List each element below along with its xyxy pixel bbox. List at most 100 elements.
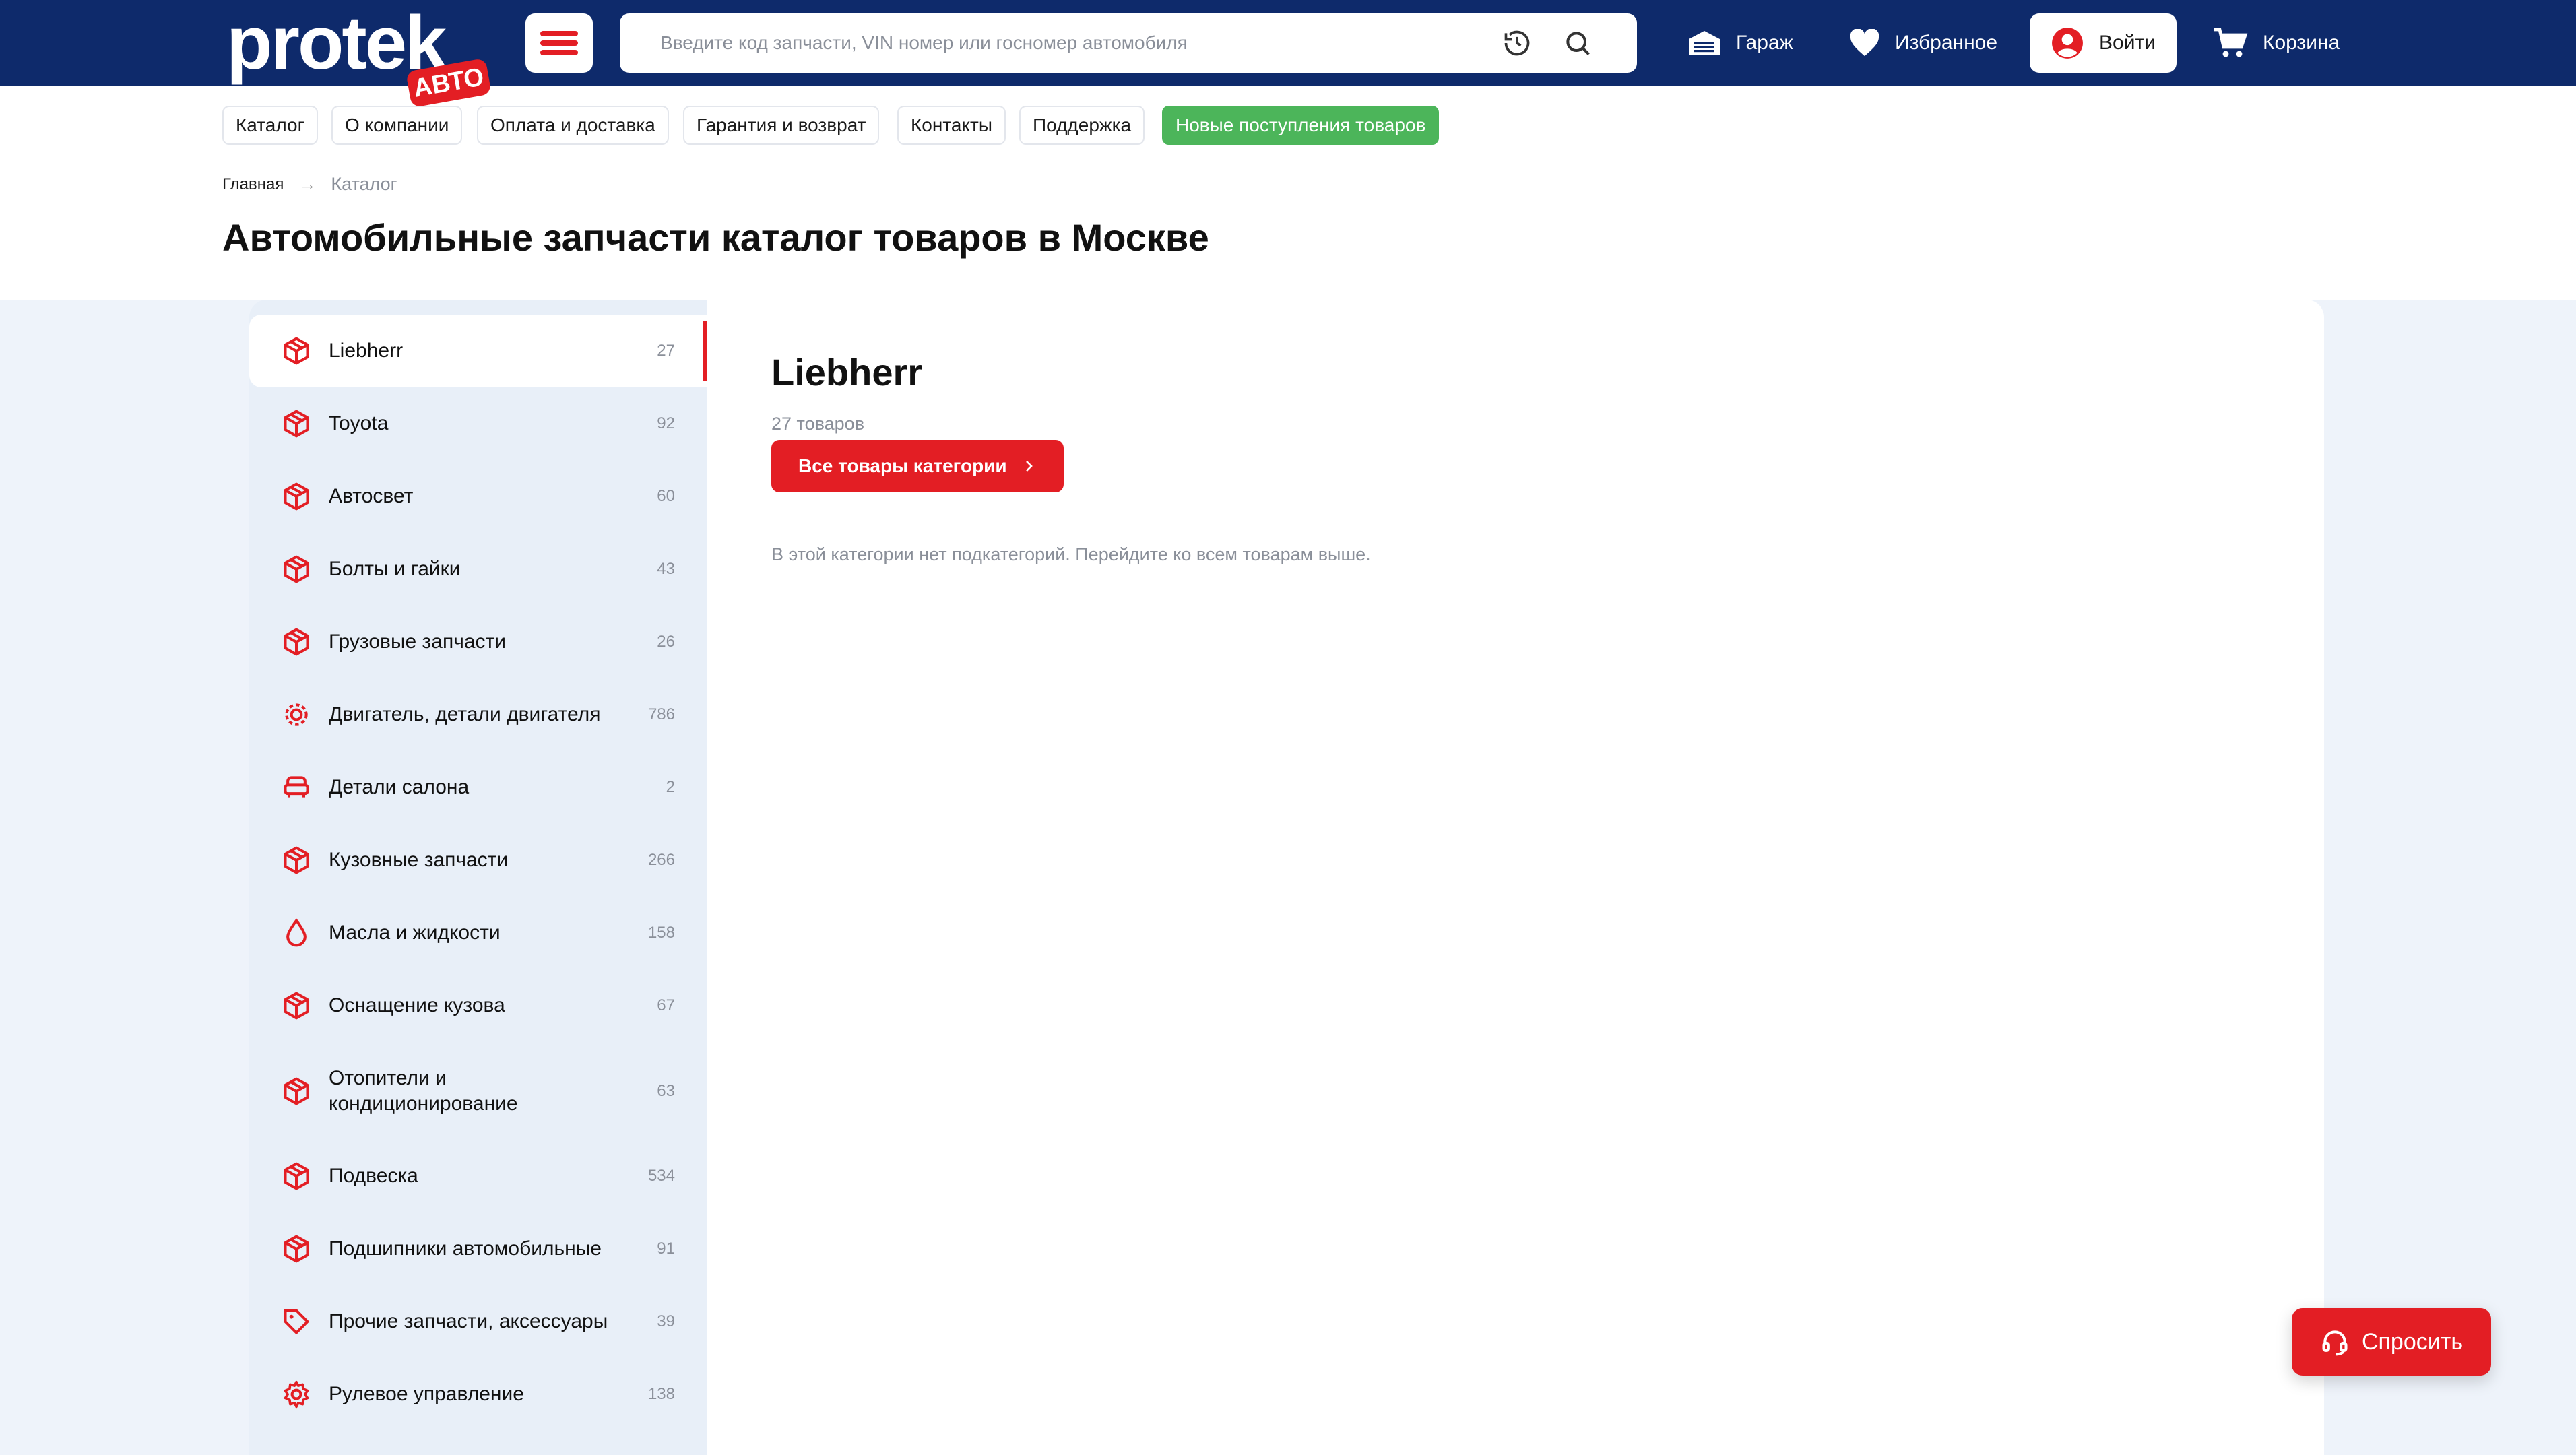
sidebar-item[interactable]: Рулевое управление 138 <box>249 1358 707 1431</box>
favorites-link[interactable]: Избранное <box>1849 0 1997 86</box>
box-icon <box>284 628 309 656</box>
ask-button[interactable]: Спросить <box>2292 1308 2491 1376</box>
arrow-right-icon: → <box>298 174 317 194</box>
scrollbar[interactable] <box>2553 0 2576 86</box>
sidebar-item-label: Прочие запчасти, аксессуары <box>329 1310 608 1332</box>
sidebar-item-count: 158 <box>647 924 675 942</box>
sidebar-item[interactable]: Детали салона 2 <box>249 751 707 824</box>
all-products-label: Все товары категории <box>798 455 1007 476</box>
sidebar-item-label: Toyota <box>329 412 389 434</box>
sidebar-item[interactable]: Автосвет 60 <box>249 460 707 533</box>
sidebar-item-label: Отопители и кондиционирование <box>329 1067 518 1115</box>
sidebar-item-count: 534 <box>647 1167 675 1185</box>
sidebar-item-count: 138 <box>647 1385 675 1403</box>
category-count: 27 товаров <box>771 414 865 434</box>
cart-icon <box>2214 28 2248 57</box>
garage-label: Гараж <box>1736 31 1793 54</box>
sidebar-item-count: 786 <box>647 705 675 723</box>
sidebar-item-label: Подвеска <box>329 1165 418 1187</box>
sidebar-item-count: 266 <box>647 851 675 869</box>
nav-about[interactable]: О компании <box>331 106 463 145</box>
sidebar-item-count: 91 <box>657 1239 675 1258</box>
search-icon[interactable] <box>1563 28 1592 58</box>
nav-support[interactable]: Поддержка <box>1019 106 1145 145</box>
sidebar-item-label: Детали салона <box>329 776 470 798</box>
favorites-label: Избранное <box>1895 31 1998 54</box>
box-icon <box>284 1162 309 1190</box>
sidebar-item-label: Liebherr <box>329 340 404 362</box>
sidebar-item-label: Рулевое управление <box>329 1383 524 1405</box>
box-icon <box>284 1077 309 1105</box>
breadcrumb: Главная → Каталог <box>222 174 397 195</box>
history-icon[interactable] <box>1502 28 1532 58</box>
breadcrumb-current: Каталог <box>331 174 397 194</box>
sidebar-item[interactable]: Оснащение кузова 67 <box>249 969 707 1042</box>
sidebar-item-count: 63 <box>657 1082 675 1100</box>
sidebar-item-label: Грузовые запчасти <box>329 630 507 653</box>
sidebar-item-count: 2 <box>666 778 675 796</box>
garage-icon <box>1689 30 1720 55</box>
hamburger-icon <box>540 31 578 36</box>
nav-payment-delivery[interactable]: Оплата и доставка <box>477 106 669 145</box>
sidebar-item[interactable]: Грузовые запчасти 26 <box>249 606 707 678</box>
sidebar-item[interactable]: Болты и гайки 43 <box>249 533 707 606</box>
sidebar-item-count: 67 <box>657 996 675 1014</box>
search-input[interactable] <box>620 13 1495 73</box>
sidebar-item-count: 27 <box>657 342 675 360</box>
nav-contacts[interactable]: Контакты <box>897 106 1006 145</box>
sidebar-item[interactable]: Liebherr 27 <box>249 315 707 387</box>
user-icon <box>2052 28 2083 59</box>
logo-text: protek <box>226 1 447 85</box>
all-products-button[interactable]: Все товары категории <box>771 440 1064 492</box>
hamburger-line <box>540 40 578 46</box>
sidebar-item[interactable]: Масла и жидкости 158 <box>249 897 707 969</box>
box-icon <box>284 555 309 583</box>
sidebar-item[interactable]: Подшипники автомобильные 91 <box>249 1212 707 1285</box>
sidebar-item-label: Автосвет <box>329 485 414 507</box>
engine-gear-icon <box>285 703 308 726</box>
headset-icon <box>2322 1330 2348 1356</box>
breadcrumb-home[interactable]: Главная <box>222 175 284 194</box>
ask-label: Спросить <box>2361 1328 2464 1355</box>
sidebar-item[interactable]: Подвеска 534 <box>249 1140 707 1212</box>
sidebar-item-label: Оснащение кузова <box>329 994 505 1016</box>
sidebar-item[interactable]: Отопители и кондиционирование 63 <box>249 1055 707 1128</box>
cart-link[interactable]: Корзина <box>2213 0 2340 86</box>
box-icon <box>284 482 309 511</box>
sidebar-item-count: 43 <box>657 560 675 578</box>
sidebar-item-label: Масла и жидкости <box>329 922 501 944</box>
logo[interactable]: protek АВТО <box>226 1 492 108</box>
box-icon <box>284 1235 309 1263</box>
sidebar-item-label: Двигатель, детали двигателя <box>329 703 601 725</box>
sidebar-item-label: Болты и гайки <box>329 558 461 580</box>
sidebar-item-count: 39 <box>657 1312 675 1330</box>
chevron-right-icon <box>1026 461 1033 472</box>
sidebar-item[interactable]: Toyota 92 <box>249 387 707 460</box>
nav-new-arrivals[interactable]: Новые поступления товаров <box>1162 106 1440 145</box>
sidebar-item-label: Подшипники автомобильные <box>329 1237 602 1260</box>
nav-warranty-return[interactable]: Гарантия и возврат <box>683 106 880 145</box>
page-title: Автомобильные запчасти каталог товаров в… <box>222 216 1209 259</box>
sidebar-item[interactable]: Двигатель, детали двигателя 786 <box>249 678 707 751</box>
sidebar-item-count: 92 <box>657 414 675 432</box>
category-title: Liebherr <box>771 351 923 393</box>
heart-icon <box>1850 28 1879 56</box>
sidebar-item-count: 26 <box>657 633 675 651</box>
tag-icon <box>284 1309 309 1334</box>
garage-link[interactable]: Гараж <box>1687 0 1793 86</box>
box-icon <box>284 846 309 874</box>
sidebar-item[interactable]: Прочие запчасти, аксессуары 39 <box>249 1285 707 1358</box>
nav-catalog[interactable]: Каталог <box>222 106 318 145</box>
cart-label: Корзина <box>2263 31 2340 54</box>
sidebar-item-count: 60 <box>657 487 675 505</box>
login-label: Войти <box>2099 32 2156 54</box>
box-icon <box>284 992 309 1020</box>
sidebar-item-label: Кузовные запчасти <box>329 849 509 871</box>
search-box <box>620 13 1637 73</box>
sidebar-item[interactable]: Кузовные запчасти 266 <box>249 824 707 897</box>
menu-button[interactable] <box>525 13 593 73</box>
login-button[interactable]: Войти <box>2030 13 2177 73</box>
gear-icon <box>284 1380 309 1409</box>
box-icon <box>284 410 309 438</box>
hamburger-line <box>540 50 578 55</box>
